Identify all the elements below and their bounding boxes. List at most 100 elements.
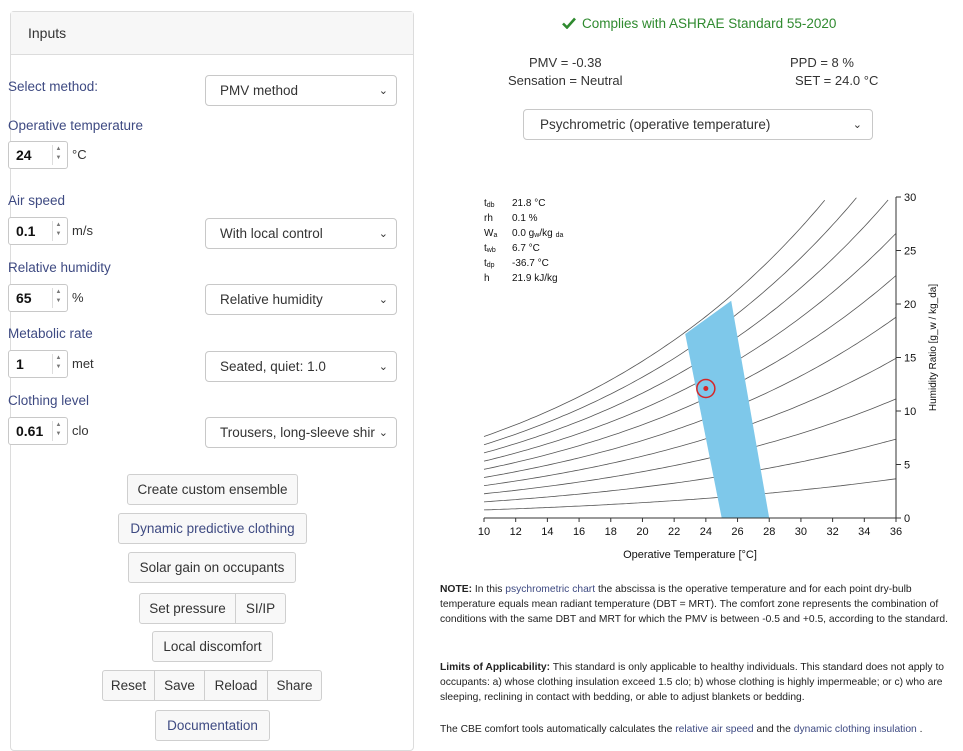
note-title: NOTE: <box>440 584 473 595</box>
ppd-value: PPD = 8 % <box>790 55 854 70</box>
readout-rh-label: rh <box>484 213 493 224</box>
readout-tdp-sub: dp <box>487 262 495 269</box>
x-tick-label: 32 <box>826 526 838 538</box>
dynamic-clothing-button[interactable]: Dynamic predictive clothing <box>118 513 307 544</box>
set-pressure-button[interactable]: Set pressure <box>139 593 236 624</box>
hover-readout: tdb 21.8 °C rh 0.1 % Wa 0.0 gw/kg da twb … <box>484 198 564 284</box>
readout-rh-value: 0.1 % <box>512 213 538 224</box>
documentation-button[interactable]: Documentation <box>155 710 270 741</box>
air-speed-input[interactable]: 0.1 ▲ ▼ <box>8 217 68 245</box>
x-axis-label: Operative Temperature [°C] <box>623 549 757 561</box>
air-speed-control-select[interactable]: With local control ⌄ <box>205 218 397 249</box>
readout-tdb-sub: db <box>487 202 495 209</box>
rh-curve-20 <box>483 438 897 503</box>
chevron-down-icon: ⌄ <box>378 85 388 97</box>
x-tick-label: 12 <box>510 526 522 538</box>
clo-input[interactable]: 0.61 ▲ ▼ <box>8 417 68 445</box>
y-axis-label: Humidity Ratio [g_w / kg_da] <box>928 284 939 412</box>
current-point-dot <box>703 386 709 392</box>
clo-ensemble-select[interactable]: Trousers, long-sleeve shirt ⌄ <box>205 417 397 448</box>
method-select-value: PMV method <box>220 83 299 98</box>
rh-value: 65 <box>16 290 32 306</box>
rh-mode-select[interactable]: Relative humidity ⌄ <box>205 284 397 315</box>
compliance-text: Complies with ASHRAE Standard 55-2020 <box>582 16 837 31</box>
readout-twb-value: 6.7 °C <box>512 243 540 254</box>
air-speed-unit: m/s <box>72 223 93 238</box>
note-pre: In this <box>472 584 506 595</box>
si-ip-button[interactable]: SI/IP <box>235 593 286 624</box>
local-discomfort-button[interactable]: Local discomfort <box>152 631 273 662</box>
y-tick-label: 5 <box>904 460 910 472</box>
x-tick-label: 30 <box>795 526 807 538</box>
operative-temp-value: 24 <box>16 147 32 163</box>
clo-unit: clo <box>72 423 89 438</box>
set-value: SET = 24.0 °C <box>795 73 879 88</box>
rh-unit: % <box>72 290 84 305</box>
spinner-icon[interactable]: ▲ ▼ <box>52 145 64 165</box>
met-activity-select[interactable]: Seated, quiet: 1.0 ⌄ <box>205 351 397 382</box>
psychrometric-chart-link[interactable]: psychrometric chart <box>505 584 595 595</box>
check-icon <box>562 17 576 29</box>
spinner-icon[interactable]: ▲ ▼ <box>52 421 64 441</box>
x-tick-label: 24 <box>700 526 712 538</box>
x-tick-label: 28 <box>763 526 775 538</box>
create-custom-ensemble-button[interactable]: Create custom ensemble <box>127 474 298 505</box>
rh-mode-value: Relative humidity <box>220 292 323 307</box>
rh-curve-10 <box>483 478 897 511</box>
clo-ensemble-value: Trousers, long-sleeve shirt <box>220 425 379 440</box>
x-tick-label: 36 <box>890 526 902 538</box>
y-tick-label: 15 <box>904 353 916 365</box>
reload-button[interactable]: Reload <box>204 670 268 701</box>
chevron-down-icon: ⌄ <box>852 119 862 131</box>
x-tick-label: 10 <box>478 526 490 538</box>
met-unit: met <box>72 356 94 371</box>
chart-type-select[interactable]: Psychrometric (operative temperature) ⌄ <box>523 109 873 140</box>
solar-gain-button[interactable]: Solar gain on occupants <box>128 552 296 583</box>
note-paragraph: NOTE: In this psychrometric chart the ab… <box>440 582 960 627</box>
chart-type-value: Psychrometric (operative temperature) <box>540 117 771 132</box>
dynamic-clothing-link[interactable]: dynamic clothing insulation <box>794 724 917 735</box>
readout-wa-unit-sub2: da <box>556 232 564 239</box>
cbe-post: . <box>916 724 923 735</box>
chevron-down-icon: ⌄ <box>378 361 388 373</box>
spinner-icon[interactable]: ▲ ▼ <box>52 354 64 374</box>
x-tick-label: 20 <box>636 526 648 538</box>
rh-curve-60 <box>483 275 897 470</box>
pmv-value: PMV = -0.38 <box>529 55 602 70</box>
y-ticks: 0 5 10 15 20 25 30 <box>896 192 916 525</box>
limits-paragraph: Limits of Applicability: This standard i… <box>440 660 960 705</box>
readout-tdb-value: 21.8 °C <box>512 198 545 209</box>
save-button[interactable]: Save <box>154 670 205 701</box>
spinner-icon[interactable]: ▲ ▼ <box>52 221 64 241</box>
cbe-paragraph: The CBE comfort tools automatically calc… <box>440 722 960 737</box>
psychrometric-chart[interactable]: 10 12 14 16 18 20 22 24 26 28 30 32 34 36 0 5 10 15 20 25 3… <box>440 180 960 570</box>
x-tick-label: 16 <box>573 526 585 538</box>
readout-h-label: h <box>484 273 490 284</box>
rh-curve-40 <box>483 357 897 486</box>
met-input[interactable]: 1 ▲ ▼ <box>8 350 68 378</box>
reset-button[interactable]: Reset <box>102 670 155 701</box>
met-activity-value: Seated, quiet: 1.0 <box>220 359 326 374</box>
x-tick-label: 14 <box>541 526 553 538</box>
compliance-status: Complies with ASHRAE Standard 55-2020 <box>562 16 836 31</box>
method-select[interactable]: PMV method ⌄ <box>205 75 397 106</box>
select-method-label: Select method: <box>8 79 99 94</box>
share-button[interactable]: Share <box>267 670 322 701</box>
operative-temp-input[interactable]: 24 ▲ ▼ <box>8 141 68 169</box>
chevron-down-icon: ⌄ <box>378 294 388 306</box>
air-speed-value: 0.1 <box>16 223 36 239</box>
spinner-icon[interactable]: ▲ ▼ <box>52 288 64 308</box>
operative-temp-label: Operative temperature <box>8 118 144 133</box>
svg-text:0.0 gw/kgda: 0.0 gw/kg da <box>512 228 564 239</box>
relative-air-speed-link[interactable]: relative air speed <box>675 724 753 735</box>
svg-text:Wa: Wa <box>484 228 497 239</box>
chevron-down-icon: ⌄ <box>374 418 388 447</box>
y-tick-label: 0 <box>904 513 910 525</box>
x-tick-label: 34 <box>858 526 870 538</box>
limits-title: Limits of Applicability: <box>440 662 551 673</box>
y-tick-label: 10 <box>904 406 916 418</box>
rh-input[interactable]: 65 ▲ ▼ <box>8 284 68 312</box>
rh-curve-30 <box>483 398 897 495</box>
x-ticks: 10 12 14 16 18 20 22 24 26 28 30 32 34 36 <box>478 518 902 538</box>
cbe-mid: and the <box>753 724 794 735</box>
